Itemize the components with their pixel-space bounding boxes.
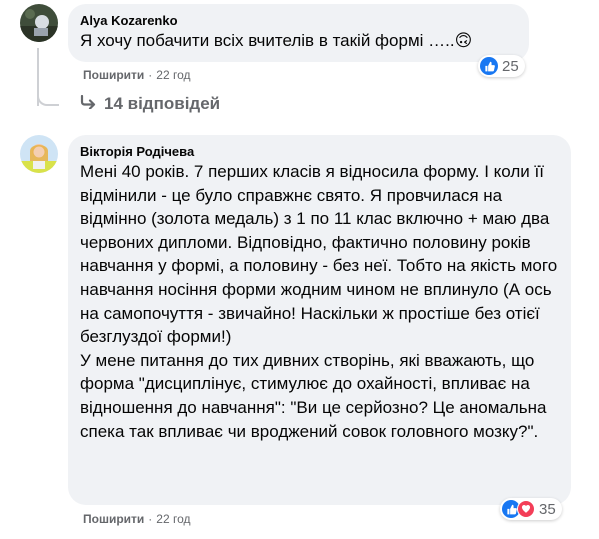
share-button[interactable]: Поширити [83,512,144,526]
comment-author[interactable]: Alya Kozarenko [80,12,517,29]
avatar[interactable] [20,4,58,42]
comment-actions: Поширити · 22 год [83,512,191,526]
share-button[interactable]: Поширити [83,68,144,82]
comment-author[interactable]: Вікторія Родічева [80,143,559,160]
reactions-count: 35 [539,500,556,518]
comment-bubble: Вікторія Родічева Мені 40 років. 7 перши… [68,135,571,505]
love-reaction-icon [517,500,535,518]
comment-actions: Поширити · 22 год [83,68,191,82]
avatar[interactable] [20,135,58,173]
thread-connector-elbow [37,86,59,106]
reactions-count: 25 [502,57,519,75]
comment-text-body: Я хочу побачити всіх вчителів в такій фо… [80,31,455,50]
comment-bubble: Alya Kozarenko Я хочу побачити всіх вчит… [68,4,529,62]
comment-text: Я хочу побачити всіх вчителів в такій фо… [80,29,517,53]
comment-timestamp[interactable]: 22 год [156,68,190,82]
view-replies-button[interactable]: 14 відповідей [80,94,220,114]
comment-text: Мені 40 років. 7 перших класів я відноси… [80,162,558,441]
replies-count-label: 14 відповідей [104,94,221,113]
like-reaction-icon [480,57,498,75]
reply-arrow-icon [80,94,96,114]
meta-separator: · [148,68,153,82]
meta-separator: · [148,512,153,526]
comment-timestamp[interactable]: 22 год [156,512,190,526]
reactions-summary[interactable]: 35 [500,498,562,520]
upside-down-face-emoji: 🙃 [454,31,473,50]
reactions-summary[interactable]: 25 [478,55,525,77]
